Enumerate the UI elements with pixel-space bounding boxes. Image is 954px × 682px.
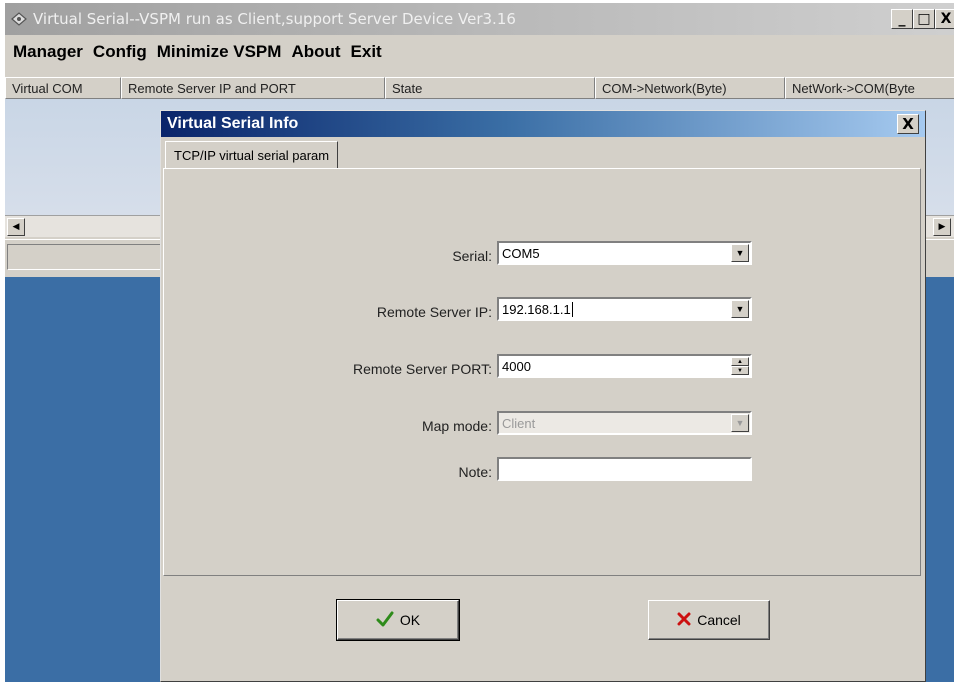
spin-buttons: ▲ ▼ (731, 357, 749, 375)
caption-buttons: _ □ X (891, 9, 954, 29)
chevron-down-icon[interactable]: ▼ (731, 244, 749, 262)
main-title-bar[interactable]: Virtual Serial--VSPM run as Client,suppo… (5, 3, 954, 35)
main-title: Virtual Serial--VSPM run as Client,suppo… (33, 10, 516, 28)
column-virtual-com[interactable]: Virtual COM (5, 77, 121, 99)
text-cursor (571, 301, 573, 317)
remote-ip-combobox[interactable]: 192.168.1.1 ▼ (497, 297, 752, 321)
menu-minimize-vspm[interactable]: Minimize VSPM (155, 42, 284, 62)
remote-port-value: 4000 (502, 358, 531, 374)
ok-label: OK (399, 612, 421, 628)
column-network-to-com[interactable]: NetWork->COM(Byte (785, 77, 954, 99)
menu-config[interactable]: Config (91, 42, 149, 62)
remote-port-label: Remote Server PORT: (352, 361, 492, 377)
tab-tcpip-param[interactable]: TCP/IP virtual serial param (165, 141, 339, 169)
minimize-button[interactable]: _ (891, 9, 913, 29)
virtual-serial-info-dialog: Virtual Serial Info X TCP/IP virtual ser… (160, 110, 926, 682)
dialog-title: Virtual Serial Info (167, 115, 299, 132)
list-header: Virtual COM Remote Server IP and PORT St… (5, 77, 954, 99)
close-button[interactable]: X (935, 9, 954, 29)
serial-value: COM5 (502, 245, 540, 261)
status-pane (7, 244, 167, 270)
spin-down-icon[interactable]: ▼ (731, 366, 749, 375)
column-com-to-network[interactable]: COM->Network(Byte) (595, 77, 785, 99)
spin-up-icon[interactable]: ▲ (731, 357, 749, 366)
serial-combobox[interactable]: COM5 ▼ (497, 241, 752, 265)
map-mode-value: Client (502, 415, 536, 431)
note-input[interactable] (497, 457, 752, 481)
dialog-close-button[interactable]: X (897, 114, 919, 134)
menu-about[interactable]: About (289, 42, 342, 62)
map-mode-label: Map mode: (421, 418, 492, 434)
checkmark-icon (376, 611, 394, 630)
remote-ip-label: Remote Server IP: (376, 304, 492, 320)
chevron-down-icon: ▼ (731, 414, 749, 432)
menu-exit[interactable]: Exit (349, 42, 384, 62)
map-mode-combobox: Client ▼ (497, 411, 752, 435)
note-label: Note: (458, 464, 492, 480)
column-remote-server[interactable]: Remote Server IP and PORT (121, 77, 385, 99)
column-state[interactable]: State (385, 77, 595, 99)
remote-port-spinbox[interactable]: 4000 ▲ ▼ (497, 354, 752, 378)
remote-ip-value: 192.168.1.1 (502, 301, 571, 317)
menu-manager[interactable]: Manager (11, 42, 85, 62)
maximize-button[interactable]: □ (913, 9, 935, 29)
scroll-left-icon[interactable]: ◀ (7, 218, 25, 236)
cancel-x-icon (677, 612, 691, 629)
tab-strip: TCP/IP virtual serial param (165, 141, 339, 169)
scroll-right-icon[interactable]: ▶ (933, 218, 951, 236)
cancel-label: Cancel (697, 612, 741, 628)
serial-label: Serial: (452, 248, 492, 264)
ok-button[interactable]: OK (336, 599, 460, 641)
chevron-down-icon[interactable]: ▼ (731, 300, 749, 318)
cancel-button[interactable]: Cancel (648, 600, 770, 640)
app-icon (9, 9, 29, 29)
menu-bar: Manager Config Minimize VSPM About Exit (5, 39, 954, 65)
dialog-title-bar[interactable]: Virtual Serial Info X (161, 111, 925, 137)
